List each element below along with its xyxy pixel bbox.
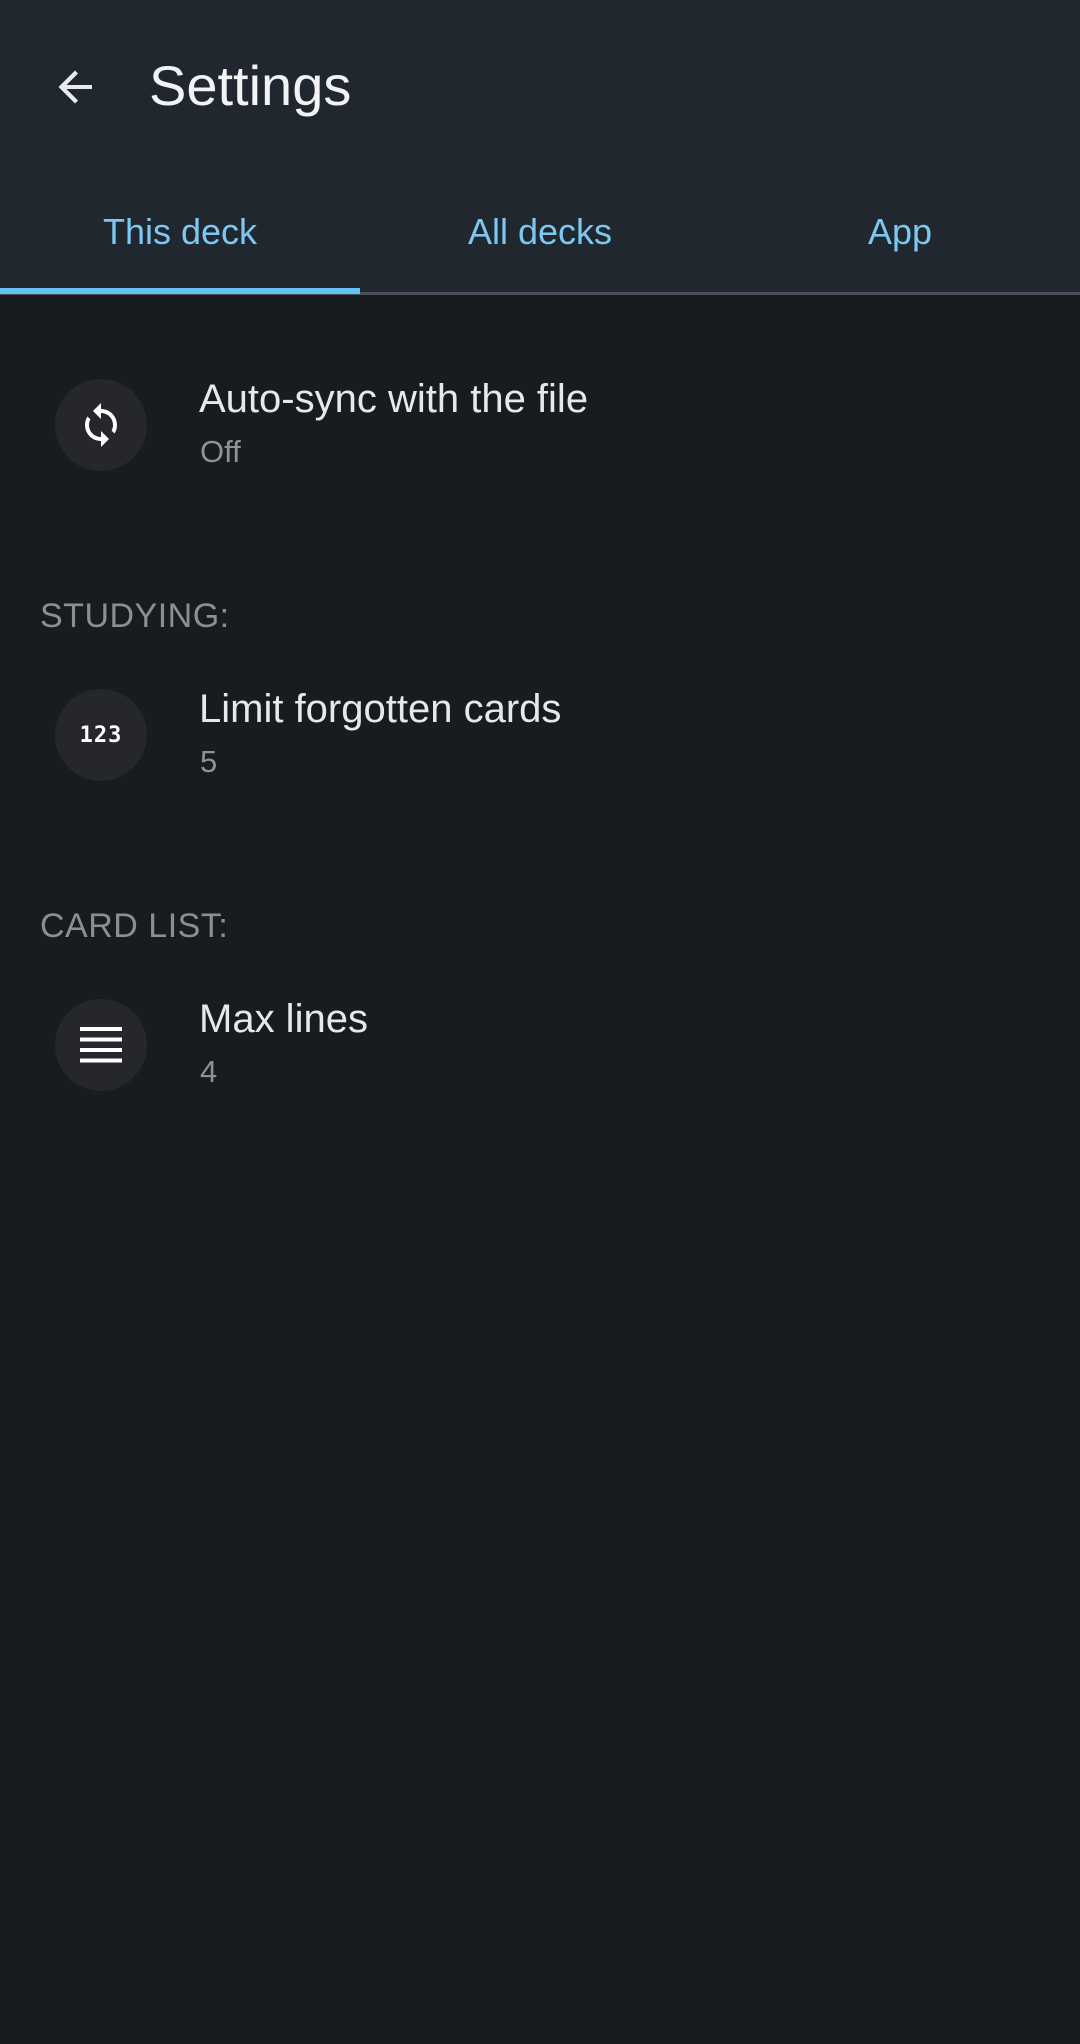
- pref-summary: 4: [200, 1054, 218, 1089]
- lines-icon: [80, 1027, 122, 1063]
- page-title: Settings: [149, 54, 352, 117]
- tab-this-deck[interactable]: This deck: [0, 175, 360, 293]
- tab-all-decks[interactable]: All decks: [360, 175, 720, 293]
- numeric-123-icon: 123: [79, 722, 123, 748]
- pref-title: Auto-sync with the file: [199, 377, 589, 421]
- pref-summary: Off: [200, 434, 241, 469]
- section-header-studying: STUDYING:: [40, 597, 230, 635]
- tab-app[interactable]: App: [720, 175, 1080, 293]
- arrow-back-icon: [58, 70, 92, 104]
- app-bar: Settings This deck All decks App: [0, 0, 1080, 295]
- pref-icon-circle: [55, 379, 147, 471]
- pref-max-lines[interactable]: Max lines 4: [0, 972, 1080, 1122]
- pref-summary: 5: [200, 744, 218, 779]
- pref-title: Limit forgotten cards: [199, 687, 562, 731]
- back-button[interactable]: [36, 47, 116, 127]
- tab-indicator: [0, 288, 360, 294]
- pref-limit-forgotten-cards[interactable]: 123 Limit forgotten cards 5: [0, 662, 1080, 812]
- pref-icon-circle: [55, 999, 147, 1091]
- section-header-card-list: CARD LIST:: [40, 907, 229, 945]
- pref-title: Max lines: [199, 997, 368, 1041]
- sync-icon: [85, 403, 117, 447]
- pref-icon-circle: 123: [55, 689, 147, 781]
- pref-auto-sync[interactable]: Auto-sync with the file Off: [0, 352, 1080, 502]
- tab-bar: This deck All decks App: [0, 175, 1080, 293]
